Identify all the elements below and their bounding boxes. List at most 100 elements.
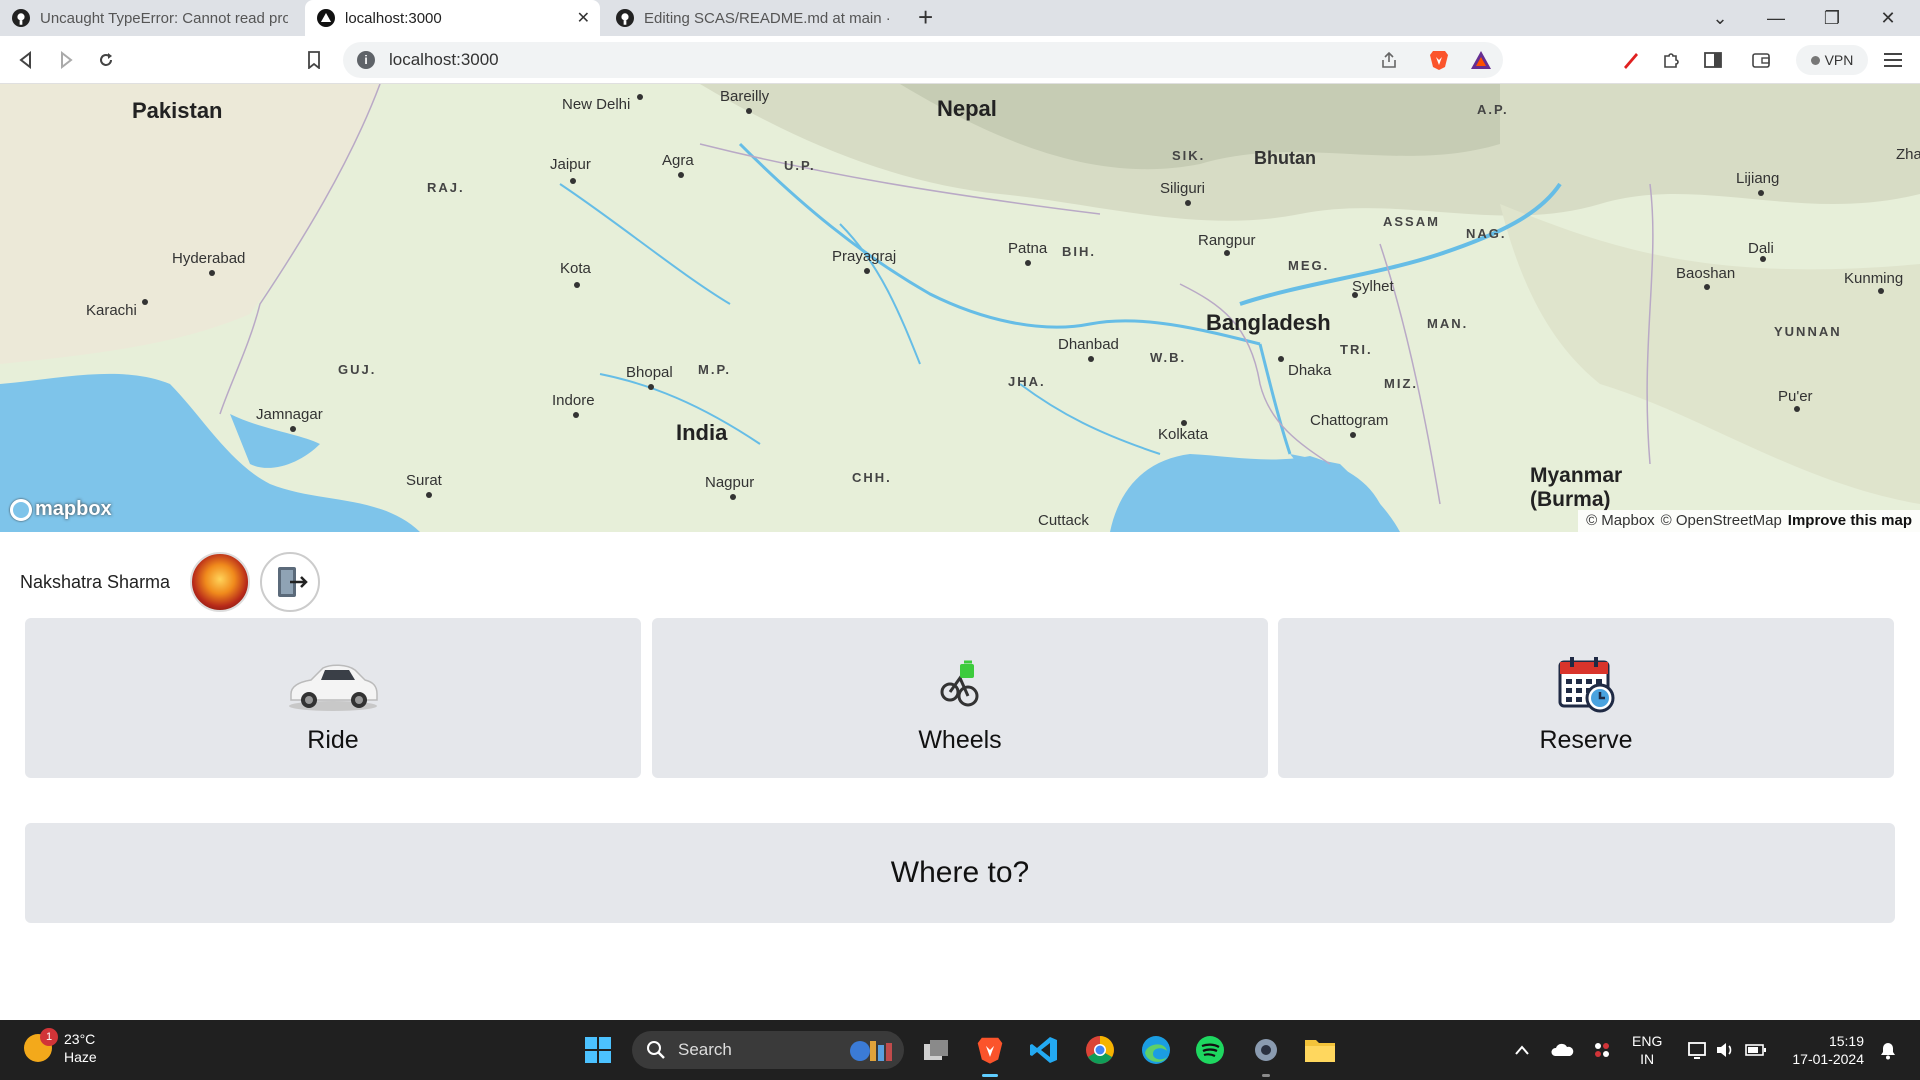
- address-bar[interactable]: i localhost:3000: [343, 42, 1503, 78]
- city-dot: [1025, 260, 1031, 266]
- city-dot: [648, 384, 654, 390]
- logout-button[interactable]: [260, 552, 321, 612]
- ride-label: Ride: [307, 726, 359, 754]
- taskbar-file-explorer[interactable]: [1302, 1032, 1338, 1068]
- sidebar-icon: [1704, 52, 1722, 68]
- reserve-option-card[interactable]: Reserve: [1278, 618, 1894, 778]
- app-tray-icon[interactable]: [1584, 1032, 1620, 1068]
- tab-search-chevron-icon[interactable]: ⌄: [1692, 0, 1748, 36]
- region-code: IN: [1640, 1051, 1655, 1067]
- sidebar-button[interactable]: [1700, 47, 1726, 73]
- map-label-nepal: Nepal: [937, 96, 997, 121]
- browser-tab-github-readme[interactable]: Editing SCAS/README.md at main · N: [604, 0, 904, 36]
- city-dot: [1088, 356, 1094, 362]
- reload-icon: [100, 53, 112, 66]
- cloud-icon: [1551, 1043, 1574, 1056]
- map-label-assam: ASSAM: [1383, 214, 1440, 229]
- taskbar-chrome[interactable]: [1082, 1032, 1118, 1068]
- extensions-button[interactable]: [1658, 47, 1684, 73]
- city-dot: [209, 270, 215, 276]
- close-window-button[interactable]: ✕: [1860, 0, 1916, 36]
- site-info-icon[interactable]: i: [357, 51, 375, 69]
- wallet-button[interactable]: [1748, 47, 1774, 73]
- forward-button[interactable]: [52, 46, 80, 74]
- url-text: localhost:3000: [389, 50, 499, 69]
- vpn-status-icon: [1810, 55, 1820, 65]
- windows-taskbar: 1 23°C Haze Search ENG IN 15:19 17-01-20…: [0, 1020, 1920, 1080]
- forward-arrow-icon: [61, 51, 73, 69]
- map-label-up: U.P.: [784, 158, 816, 173]
- tab-title: localhost:3000: [345, 9, 442, 27]
- notification-center-button[interactable]: [1870, 1032, 1906, 1068]
- map-label-miz: MIZ.: [1384, 376, 1418, 391]
- map-label-bhutan: Bhutan: [1254, 148, 1316, 168]
- wheels-option-card[interactable]: Wheels: [652, 618, 1268, 778]
- reload-button[interactable]: [92, 46, 120, 74]
- task-view-icon: [924, 1040, 948, 1060]
- show-hidden-icons-button[interactable]: [1504, 1032, 1540, 1068]
- map-label-prayagraj: Prayagraj: [832, 248, 897, 265]
- browser-tab-localhost[interactable]: localhost:3000 ✕: [305, 0, 600, 36]
- attribution-osm-link[interactable]: © OpenStreetMap: [1661, 512, 1782, 530]
- map-label-sylhet: Sylhet: [1352, 278, 1394, 295]
- wheels-label: Wheels: [918, 726, 1002, 754]
- brave-shields-button[interactable]: [1426, 47, 1452, 73]
- back-arrow-icon: [19, 51, 31, 69]
- map-label-nagpur: Nagpur: [705, 474, 755, 491]
- onedrive-tray[interactable]: [1544, 1032, 1580, 1068]
- city-dot: [746, 108, 752, 114]
- weather-widget[interactable]: 1 23°C Haze: [24, 1028, 97, 1066]
- new-tab-button[interactable]: +: [918, 2, 933, 33]
- notification-bell-icon: [1881, 1043, 1895, 1060]
- user-header: Nakshatra Sharma: [20, 552, 321, 612]
- map-view[interactable]: Pakistan New Delhi Bareilly Nepal A.P. Z…: [0, 84, 1920, 532]
- map-label-dali: Dali: [1748, 240, 1774, 257]
- city-dot: [574, 282, 580, 288]
- restore-button[interactable]: ❐: [1804, 0, 1860, 36]
- map-label-chattogram: Chattogram: [1310, 412, 1389, 429]
- language-indicator[interactable]: ENG IN: [1632, 1032, 1662, 1068]
- system-clock[interactable]: 15:19 17-01-2024: [1780, 1032, 1864, 1068]
- map-label-mp: M.P.: [698, 362, 732, 377]
- map-label-cuttack: Cuttack: [1038, 512, 1089, 529]
- city-dot: [730, 494, 736, 500]
- map-label-kota: Kota: [560, 260, 591, 277]
- attribution-mapbox-link[interactable]: © Mapbox: [1586, 512, 1655, 530]
- bookmark-icon: [308, 51, 320, 69]
- map-label-bhopal: Bhopal: [626, 364, 673, 381]
- bat-triangle-icon: [1471, 51, 1491, 69]
- tab-title: Editing SCAS/README.md at main · N: [644, 9, 892, 27]
- ride-option-card[interactable]: Ride: [25, 618, 641, 778]
- battery-tray[interactable]: [1738, 1032, 1774, 1068]
- city-dot: [637, 94, 643, 100]
- browser-tab-typeerror[interactable]: Uncaught TypeError: Cannot read properti…: [0, 0, 300, 36]
- edge-icon: [1142, 1036, 1170, 1064]
- where-to-button[interactable]: Where to?: [25, 823, 1895, 923]
- menu-button[interactable]: [1880, 47, 1906, 73]
- vpn-button[interactable]: VPN: [1796, 45, 1868, 75]
- avatar[interactable]: [190, 552, 251, 612]
- mapbox-logo[interactable]: mapbox: [10, 498, 112, 521]
- taskbar-search[interactable]: Search: [632, 1031, 904, 1069]
- minimize-button[interactable]: —: [1748, 0, 1804, 36]
- brave-lion-icon: [1430, 51, 1448, 70]
- pen-extension-button[interactable]: [1618, 47, 1644, 73]
- taskbar-spotify[interactable]: [1192, 1032, 1228, 1068]
- gear-icon: [1255, 1039, 1277, 1061]
- taskbar-vscode[interactable]: [1026, 1032, 1062, 1068]
- task-view-button[interactable]: [918, 1032, 954, 1068]
- map-label-surat: Surat: [406, 472, 442, 489]
- close-tab-icon[interactable]: ✕: [577, 8, 590, 28]
- back-button[interactable]: [12, 46, 40, 74]
- brave-rewards-button[interactable]: [1468, 47, 1494, 73]
- taskbar-settings[interactable]: [1248, 1032, 1284, 1068]
- taskbar-edge[interactable]: [1138, 1032, 1174, 1068]
- start-button[interactable]: [580, 1032, 616, 1068]
- improve-map-link[interactable]: Improve this map: [1788, 512, 1912, 530]
- share-button[interactable]: [1376, 47, 1402, 73]
- taskbar-brave[interactable]: [972, 1032, 1008, 1068]
- map-label-kunming: Kunming: [1844, 270, 1904, 287]
- map-label-guj: GUJ.: [338, 362, 377, 377]
- running-app-indicator: [1262, 1074, 1270, 1077]
- bookmark-button[interactable]: [300, 46, 328, 74]
